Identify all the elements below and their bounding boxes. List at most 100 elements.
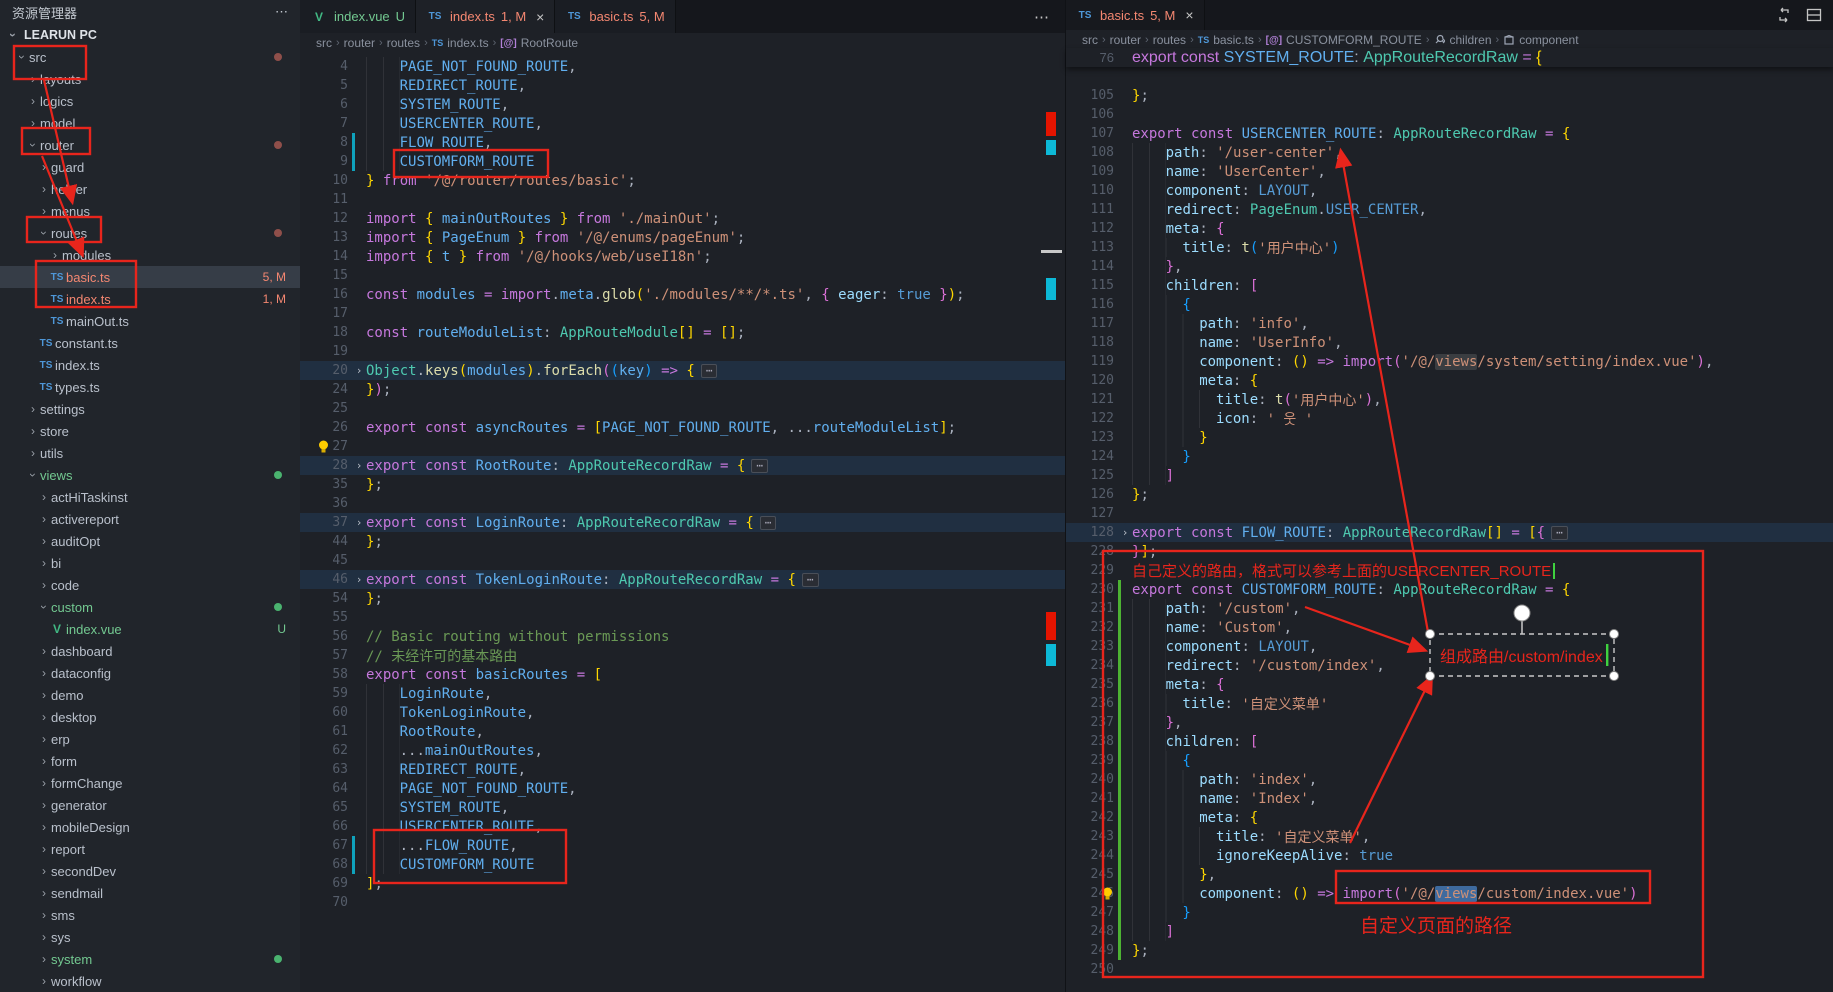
code-line-20[interactable]: 20›Object.keys(modules).forEach((key) =>… (300, 361, 1065, 380)
code-line-245[interactable]: 245}, (1066, 865, 1833, 884)
code-line-4[interactable]: 4PAGE_NOT_FOUND_ROUTE, (300, 57, 1065, 76)
code-line-122[interactable]: 122icon: ' 웃 ' (1066, 409, 1833, 428)
tree-item-routes[interactable]: ›routes (0, 222, 300, 244)
code-line-243[interactable]: 243title: '自定义菜单', (1066, 827, 1833, 846)
code-line-105[interactable]: 105}; (1066, 86, 1833, 105)
code-line-14[interactable]: 14import { t } from '/@/hooks/web/useI18… (300, 247, 1065, 266)
code-line-232[interactable]: 232name: 'Custom', (1066, 618, 1833, 637)
tab-index-vue[interactable]: Vindex.vueU (300, 0, 416, 33)
code-line-15[interactable]: 15 (300, 266, 1065, 285)
code-line-45[interactable]: 45 (300, 551, 1065, 570)
tree-item-views[interactable]: ›views (0, 464, 300, 486)
code-line-237[interactable]: 237}, (1066, 713, 1833, 732)
code-line-70[interactable]: 70 (300, 893, 1065, 912)
breadcrumb-item[interactable]: basic.ts (1213, 33, 1254, 47)
tree-item-dashboard[interactable]: ›dashboard (0, 640, 300, 662)
code-line-28[interactable]: 28›export const RootRoute: AppRouteRecor… (300, 456, 1065, 475)
tree-item-formChange[interactable]: ›formChange (0, 772, 300, 794)
code-line-62[interactable]: 62...mainOutRoutes, (300, 741, 1065, 760)
code-line-65[interactable]: 65SYSTEM_ROUTE, (300, 798, 1065, 817)
code-line-116[interactable]: 116{ (1066, 295, 1833, 314)
tree-item-report[interactable]: ›report (0, 838, 300, 860)
code-line-117[interactable]: 117path: 'info', (1066, 314, 1833, 333)
code-line-112[interactable]: 112meta: { (1066, 219, 1833, 238)
code-line-247[interactable]: 247} (1066, 903, 1833, 922)
breadcrumb-item[interactable]: router (344, 36, 375, 50)
code-line-5[interactable]: 5REDIRECT_ROUTE, (300, 76, 1065, 95)
code-line-16[interactable]: 16const modules = import.meta.glob('./mo… (300, 285, 1065, 304)
breadcrumb-item[interactable]: CUSTOMFORM_ROUTE (1286, 33, 1422, 47)
code-line-238[interactable]: 238children: [ (1066, 732, 1833, 751)
code-line-6[interactable]: 6SYSTEM_ROUTE, (300, 95, 1065, 114)
tab-basic-ts[interactable]: TSbasic.ts5, M (555, 0, 675, 33)
breadcrumb-item[interactable]: router (1110, 33, 1141, 47)
code-line-121[interactable]: 121title: t('用户中心'), (1066, 390, 1833, 409)
code-line-35[interactable]: 35}; (300, 475, 1065, 494)
tree-item-sendmail[interactable]: ›sendmail (0, 882, 300, 904)
code-line-69[interactable]: 69]; (300, 874, 1065, 893)
code-line-107[interactable]: 107export const USERCENTER_ROUTE: AppRou… (1066, 124, 1833, 143)
tree-item-mainOut-ts[interactable]: TSmainOut.ts (0, 310, 300, 332)
code-line-118[interactable]: 118name: 'UserInfo', (1066, 333, 1833, 352)
code-line-106[interactable]: 106 (1066, 105, 1833, 124)
tree-item-guard[interactable]: ›guard (0, 156, 300, 178)
code-line-124[interactable]: 124} (1066, 447, 1833, 466)
tree-item-src[interactable]: ›src (0, 46, 300, 68)
code-line-109[interactable]: 109name: 'UserCenter', (1066, 162, 1833, 181)
tree-item-types-ts[interactable]: TStypes.ts (0, 376, 300, 398)
code-line-19[interactable]: 19 (300, 342, 1065, 361)
tree-item-mobileDesign[interactable]: ›mobileDesign (0, 816, 300, 838)
code-line-110[interactable]: 110component: LAYOUT, (1066, 181, 1833, 200)
code-line-125[interactable]: 125] (1066, 466, 1833, 485)
code-line-56[interactable]: 56// Basic routing without permissions (300, 627, 1065, 646)
breadcrumb-item[interactable]: src (316, 36, 332, 50)
code-line-246[interactable]: 246component: () => import('/@/views/cus… (1066, 884, 1833, 903)
tree-item-index-vue[interactable]: Vindex.vueU (0, 618, 300, 640)
tree-item-sys[interactable]: ›sys (0, 926, 300, 948)
close-icon[interactable]: × (1185, 7, 1193, 23)
code-line-27[interactable]: 27 (300, 437, 1065, 456)
code-line-26[interactable]: 26export const asyncRoutes = [PAGE_NOT_F… (300, 418, 1065, 437)
code-line-248[interactable]: 248] (1066, 922, 1833, 941)
tree-item-form[interactable]: ›form (0, 750, 300, 772)
breadcrumb-item[interactable]: component (1519, 33, 1578, 47)
code-line-128[interactable]: 128›export const FLOW_ROUTE: AppRouteRec… (1066, 523, 1833, 542)
toggle-layout-icon[interactable] (1806, 7, 1822, 23)
close-icon[interactable]: × (536, 9, 544, 25)
tree-item-model[interactable]: ›model (0, 112, 300, 134)
code-line-63[interactable]: 63REDIRECT_ROUTE, (300, 760, 1065, 779)
tree-item-bi[interactable]: ›bi (0, 552, 300, 574)
code-line-120[interactable]: 120meta: { (1066, 371, 1833, 390)
breadcrumb-item[interactable]: routes (387, 36, 420, 50)
code-line-57[interactable]: 57// 未经许可的基本路由 (300, 646, 1065, 665)
tree-item-system[interactable]: ›system (0, 948, 300, 970)
code-line-11[interactable]: 11 (300, 190, 1065, 209)
tree-item-logics[interactable]: ›logics (0, 90, 300, 112)
code-line-37[interactable]: 37›export const LoginRoute: AppRouteReco… (300, 513, 1065, 532)
code-line-108[interactable]: 108path: '/user-center', (1066, 143, 1833, 162)
sticky-scroll-line[interactable]: 76export const SYSTEM_ROUTE: AppRouteRec… (1066, 48, 1833, 67)
tree-item-constant-ts[interactable]: TSconstant.ts (0, 332, 300, 354)
code-line-114[interactable]: 114}, (1066, 257, 1833, 276)
tree-item-erp[interactable]: ›erp (0, 728, 300, 750)
code-line-54[interactable]: 54}; (300, 589, 1065, 608)
tree-item-desktop[interactable]: ›desktop (0, 706, 300, 728)
code-line-60[interactable]: 60TokenLoginRoute, (300, 703, 1065, 722)
tree-item-basic-ts[interactable]: TSbasic.ts5, M (0, 266, 300, 288)
breadcrumb-item[interactable]: RootRoute (521, 36, 578, 50)
code-line-249[interactable]: 249}; (1066, 941, 1833, 960)
tree-item-modules[interactable]: ›modules (0, 244, 300, 266)
tree-item-settings[interactable]: ›settings (0, 398, 300, 420)
code-line-44[interactable]: 44}; (300, 532, 1065, 551)
code-line-119[interactable]: 119component: () => import('/@/views/sys… (1066, 352, 1833, 371)
code-line-126[interactable]: 126}; (1066, 485, 1833, 504)
code-line-68[interactable]: 68CUSTOMFORM_ROUTE (300, 855, 1065, 874)
basic-ts-code[interactable]: 105};106107export const USERCENTER_ROUTE… (1066, 86, 1833, 979)
tree-item-dataconfig[interactable]: ›dataconfig (0, 662, 300, 684)
code-line-241[interactable]: 241name: 'Index', (1066, 789, 1833, 808)
tree-item-workflow[interactable]: ›workflow (0, 970, 300, 992)
tree-item-custom[interactable]: ›custom (0, 596, 300, 618)
tree-item-generator[interactable]: ›generator (0, 794, 300, 816)
tree-item-activereport[interactable]: ›activereport (0, 508, 300, 530)
tabs-more-icon[interactable]: ⋯ (1018, 0, 1065, 33)
